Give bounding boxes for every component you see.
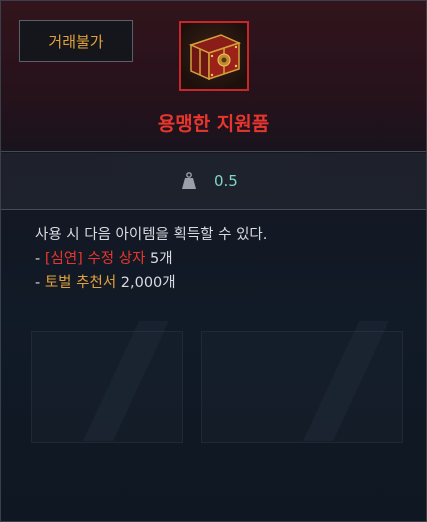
reward-prefix: - [35, 275, 45, 291]
treasure-chest-icon [179, 21, 249, 91]
reward-item: - 토벌 추천서 2,000개 [35, 271, 267, 295]
reward-prefix: - [35, 251, 45, 267]
item-name: 용맹한 지원품 [157, 113, 270, 135]
reward-quantity: 5개 [145, 251, 173, 267]
header-divider [1, 151, 426, 152]
stats-divider [1, 209, 426, 210]
reward-name: [심연] 수정 상자 [44, 251, 146, 267]
description-text: 사용 시 다음 아이템을 획득할 수 있다. [35, 227, 268, 243]
item-weight: 0.5 [214, 172, 238, 190]
reward-name: 토벌 추천서 [44, 275, 117, 291]
trade-restriction-badge: 거래불가 [19, 20, 133, 62]
reward-quantity: 2,000개 [116, 275, 176, 291]
item-tooltip: 거래불가 용맹한 지원품 0.5 사용 시 다음 아이템을 획득할 수 있다. … [0, 0, 427, 522]
weight-icon [182, 172, 196, 189]
item-description: 사용 시 다음 아이템을 획득할 수 있다. - [심연] 수정 상자 5개 -… [35, 223, 267, 295]
reward-item: - [심연] 수정 상자 5개 [35, 247, 267, 271]
